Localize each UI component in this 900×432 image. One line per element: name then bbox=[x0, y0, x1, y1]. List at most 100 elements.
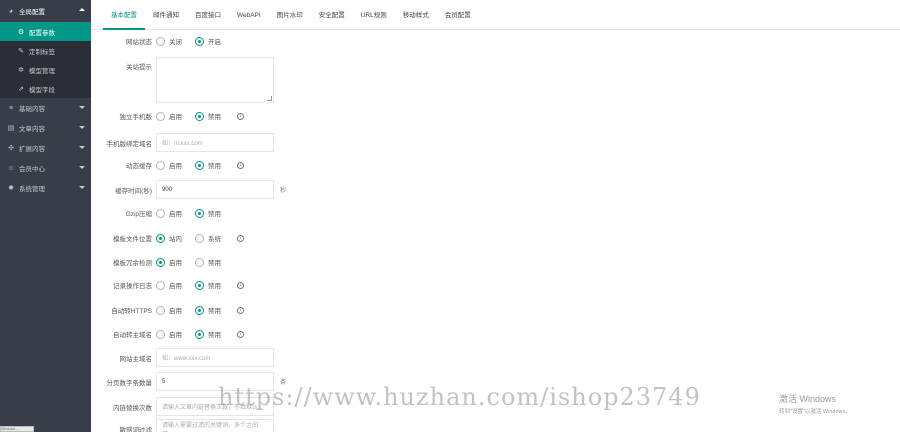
chevron-down-icon bbox=[79, 126, 85, 129]
sidebar-item-global-config[interactable]: ◕ 全局配置 bbox=[0, 0, 91, 22]
sidebar-item-basic-content[interactable]: ≡ 基础内容 bbox=[0, 98, 91, 118]
radio-label: 禁用 bbox=[208, 332, 221, 339]
sidebar-item-config-params[interactable]: ⚙ 配置参数 bbox=[0, 22, 91, 41]
taskbar-chip[interactable]: Windows ... bbox=[0, 426, 34, 432]
mobile-site-enable-radio[interactable]: 启用 bbox=[156, 111, 182, 121]
row-cache-time: 缓存时间(秒) 900 秒 bbox=[91, 180, 900, 199]
row-main-domain: 网站主域名 如：www.xxx.com bbox=[91, 348, 900, 367]
row-auto-main-domain: 自动转主域名 启用 禁用 i bbox=[91, 329, 900, 339]
sidebar: ◕ 全局配置 ⚙ 配置参数 ✎ 定制标签 ✲ 模型管理 ⇗ 模型字段 ≡ 基础内… bbox=[0, 0, 91, 432]
sidebar-item-member-center[interactable]: ☺ 会员中心 bbox=[0, 158, 91, 178]
sidebar-item-label: 定制标签 bbox=[29, 48, 55, 56]
sidebar-item-label: 全局配置 bbox=[19, 9, 45, 16]
info-icon[interactable]: i bbox=[237, 112, 244, 120]
field-label: 模板文件位置 bbox=[113, 236, 152, 243]
tab-url-rules[interactable]: URL规则 bbox=[353, 1, 395, 29]
gzip-disable-radio[interactable]: 禁用 bbox=[195, 208, 221, 218]
template-location-site-radio[interactable]: 站内 bbox=[156, 233, 182, 243]
dashboard-icon: ◕ bbox=[8, 7, 14, 15]
user-icon: ☺ bbox=[7, 164, 15, 172]
radio-label: 开启 bbox=[208, 39, 221, 46]
mobile-domain-input[interactable]: 如：m.xxx.com bbox=[156, 133, 274, 152]
tab-baidu-api[interactable]: 百度接口 bbox=[187, 1, 229, 29]
chevron-down-icon bbox=[79, 146, 85, 149]
field-label: 自动转HTTPS bbox=[111, 308, 152, 315]
tab-webapi[interactable]: WebAPI bbox=[229, 1, 269, 29]
radio-label: 启用 bbox=[169, 308, 182, 315]
gzip-enable-radio[interactable]: 启用 bbox=[156, 208, 182, 218]
sidebar-item-custom-tags[interactable]: ✎ 定制标签 bbox=[0, 41, 91, 60]
tab-image-watermark[interactable]: 图片水印 bbox=[269, 1, 311, 29]
chevron-down-icon bbox=[79, 106, 85, 109]
sidebar-item-label: 模型字段 bbox=[29, 86, 55, 94]
windows-activation-notice: 激活 Windows 转到"设置"以激活 Windows。 bbox=[779, 392, 851, 415]
mobile-site-disable-radio[interactable]: 禁用 bbox=[195, 111, 221, 121]
radio-circle bbox=[156, 305, 165, 315]
radio-circle bbox=[195, 329, 204, 339]
sidebar-item-system-manage[interactable]: ✹ 系统管理 bbox=[0, 178, 91, 198]
radio-label: 启用 bbox=[169, 114, 182, 121]
sidebar-item-label: 配置参数 bbox=[29, 29, 55, 37]
sidebar-item-model-manage[interactable]: ✲ 模型管理 bbox=[0, 60, 91, 79]
field-label: 敏感词过滤 bbox=[119, 426, 153, 432]
dynamic-cache-enable-radio[interactable]: 启用 bbox=[156, 160, 182, 170]
tab-security[interactable]: 安全配置 bbox=[311, 1, 353, 29]
sidebar-item-label: 会员中心 bbox=[19, 166, 45, 173]
radio-circle bbox=[156, 208, 165, 218]
sidebar-item-extended-content[interactable]: ✣ 扩展内容 bbox=[0, 138, 91, 158]
info-icon[interactable]: i bbox=[237, 306, 244, 314]
site-status-off-radio[interactable]: 关闭 bbox=[156, 36, 182, 46]
tab-email-notify[interactable]: 邮件通知 bbox=[145, 1, 187, 29]
radio-circle bbox=[195, 257, 204, 267]
template-check-enable-radio[interactable]: 启用 bbox=[156, 257, 182, 267]
record-log-enable-radio[interactable]: 启用 bbox=[156, 280, 182, 290]
row-mobile-site: 独立手机版 启用 禁用 i bbox=[91, 111, 900, 121]
radio-label: 站内 bbox=[169, 236, 182, 243]
field-label: 模板冗余检测 bbox=[113, 260, 152, 267]
row-template-location: 模板文件位置 站内 系统 i bbox=[91, 233, 900, 243]
template-check-disable-radio[interactable]: 禁用 bbox=[195, 257, 221, 267]
radio-circle bbox=[156, 257, 165, 267]
sensitive-words-input[interactable]: 请输入需要过滤的关键词，多个之间用... bbox=[156, 419, 274, 432]
template-location-system-radio[interactable]: 系统 bbox=[195, 233, 221, 243]
field-label: Gzip压缩 bbox=[125, 211, 152, 218]
sidebar-item-label: 模型管理 bbox=[29, 67, 55, 75]
chevron-down-icon bbox=[79, 166, 85, 169]
auto-https-disable-radio[interactable]: 禁用 bbox=[195, 305, 221, 315]
sidebar-item-article-content[interactable]: ▤ 文章内容 bbox=[0, 118, 91, 138]
row-template-check: 模板冗余检测 启用 禁用 bbox=[91, 257, 900, 267]
sidebar-item-model-fields[interactable]: ⇗ 模型字段 bbox=[0, 79, 91, 98]
main-domain-input[interactable]: 如：www.xxx.com bbox=[156, 348, 274, 367]
row-auto-https: 自动转HTTPS 启用 禁用 i bbox=[91, 305, 900, 315]
radio-label: 启用 bbox=[169, 211, 182, 218]
info-icon[interactable]: i bbox=[237, 330, 244, 338]
tab-member-config[interactable]: 会员配置 bbox=[437, 1, 479, 29]
radio-label: 禁用 bbox=[208, 114, 221, 121]
radio-label: 禁用 bbox=[208, 283, 221, 290]
info-icon[interactable]: i bbox=[237, 234, 244, 242]
row-mobile-domain: 手机版绑定域名 如：m.xxx.com bbox=[91, 133, 900, 152]
site-status-on-radio[interactable]: 开启 bbox=[195, 36, 221, 46]
row-site-status: 网站状态 关闭 开启 bbox=[91, 36, 900, 46]
radio-label: 启用 bbox=[169, 332, 182, 339]
auto-main-domain-disable-radio[interactable]: 禁用 bbox=[195, 329, 221, 339]
tab-mobile-style[interactable]: 移动样式 bbox=[395, 1, 437, 29]
info-icon[interactable]: i bbox=[237, 161, 244, 169]
sidebar-submenu: ⚙ 配置参数 ✎ 定制标签 ✲ 模型管理 ⇗ 模型字段 bbox=[0, 22, 91, 98]
auto-https-enable-radio[interactable]: 启用 bbox=[156, 305, 182, 315]
row-gzip: Gzip压缩 启用 禁用 bbox=[91, 208, 900, 218]
cache-time-input[interactable]: 900 bbox=[156, 180, 274, 199]
field-label: 分页数字条数量 bbox=[106, 379, 153, 387]
radio-label: 启用 bbox=[169, 260, 182, 267]
close-tip-textarea[interactable] bbox=[156, 57, 274, 103]
dynamic-cache-disable-radio[interactable]: 禁用 bbox=[195, 160, 221, 170]
field-label: 内链替换次数 bbox=[113, 404, 152, 412]
row-sensitive-words: 敏感词过滤 请输入需要过滤的关键词，多个之间用... bbox=[91, 419, 900, 432]
record-log-disable-radio[interactable]: 禁用 bbox=[195, 280, 221, 290]
tab-basic-config[interactable]: 基本配置 bbox=[103, 1, 145, 30]
info-icon[interactable]: i bbox=[237, 281, 244, 289]
radio-circle bbox=[156, 233, 165, 243]
auto-main-domain-enable-radio[interactable]: 启用 bbox=[156, 329, 182, 339]
radio-circle bbox=[156, 111, 165, 121]
wrench-icon: ✎ bbox=[18, 47, 24, 55]
